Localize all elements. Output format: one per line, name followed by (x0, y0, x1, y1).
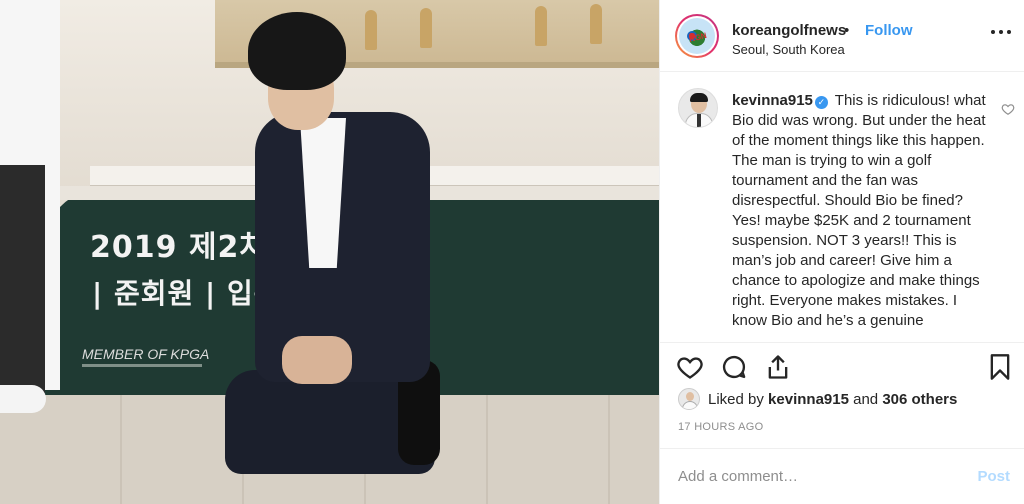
account-avatar[interactable]: KGN (675, 14, 719, 58)
heart-icon[interactable] (676, 353, 704, 381)
more-dot (991, 30, 995, 34)
account-username[interactable]: koreangolfnews (732, 22, 846, 39)
more-dot (999, 30, 1003, 34)
comment-like-heart-icon[interactable] (1001, 102, 1015, 116)
golfer-hair (248, 12, 346, 90)
likes-and: and (853, 391, 879, 408)
likes-summary: Liked by kevinna915 and 306 others (678, 386, 1018, 412)
post-side-panel: KGN koreangolfnews • Follow Seoul, South… (659, 0, 1024, 504)
golfer-hands (282, 336, 352, 384)
verified-badge-icon: ✓ (814, 96, 828, 109)
more-dot (1007, 30, 1011, 34)
commenter-username[interactable]: kevinna915 (732, 92, 813, 109)
commenter-avatar[interactable] (678, 88, 718, 128)
more-options-icon[interactable] (991, 30, 1011, 36)
bystander-pants (0, 165, 45, 395)
avatar-hair (690, 93, 708, 102)
add-comment-bar: Post (660, 448, 1024, 504)
follow-button[interactable]: Follow (865, 22, 913, 39)
comment-body: This is ridiculous! what Bio did was wro… (732, 92, 986, 329)
post-timestamp[interactable]: 17 HOURS AGO (678, 421, 764, 433)
kneeling-golfer (0, 0, 659, 504)
comment-input[interactable] (678, 464, 958, 488)
liker-username[interactable]: kevinna915 (768, 391, 849, 408)
post-header: KGN koreangolfnews • Follow Seoul, South… (660, 0, 1024, 72)
header-separator: • (844, 22, 850, 39)
comments-list[interactable]: kevinna915 ✓ This is ridiculous! what Bio… (660, 72, 1024, 342)
post-location[interactable]: Seoul, South Korea (732, 42, 845, 57)
bystander-shoe (0, 385, 46, 413)
bookmark-icon[interactable] (986, 353, 1014, 381)
avatar-tie (697, 114, 701, 127)
liker-avatar-head (686, 392, 694, 401)
comment-icon[interactable] (720, 353, 748, 381)
action-bar (660, 342, 1024, 388)
share-icon[interactable] (764, 353, 792, 381)
post-photo[interactable]: 2019 제2차 | 준회원 | 입문 로 MEMBER OF KPGA (0, 0, 659, 504)
post-comment-button[interactable]: Post (977, 468, 1010, 485)
likes-prefix: Liked by (708, 391, 764, 408)
liker-avatar[interactable] (678, 388, 700, 410)
likes-others-link[interactable]: 306 others (882, 391, 957, 408)
comment: kevinna915 ✓ This is ridiculous! what Bio… (732, 91, 994, 331)
liker-avatar-body (682, 401, 698, 409)
likes-text: Liked by kevinna915 and 306 others (708, 391, 957, 408)
